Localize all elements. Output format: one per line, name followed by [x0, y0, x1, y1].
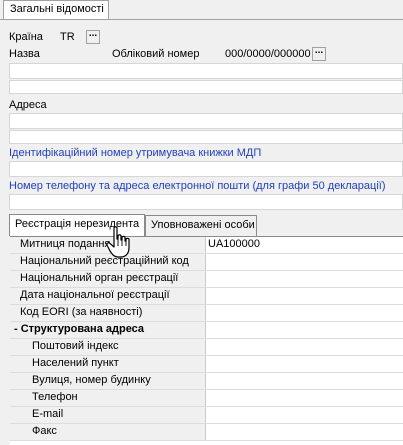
- country-ellipsis-button[interactable]: ...: [86, 28, 100, 44]
- tir-id-label: Ідентифікаційний номер утримувача книжки…: [9, 147, 262, 159]
- grid-row-label: Національний орган реєстрації: [10, 271, 206, 287]
- grid-row[interactable]: Митниця подання UA100000: [10, 237, 403, 254]
- grid-row[interactable]: Код EORI (за наявності): [10, 305, 403, 322]
- grid-row-value[interactable]: [206, 373, 403, 389]
- ellipsis-icon: ...: [88, 28, 98, 39]
- address-field-2[interactable]: [9, 130, 403, 144]
- grid-row[interactable]: Факс: [10, 424, 403, 441]
- grid-row-value[interactable]: [206, 305, 403, 321]
- name-field-1[interactable]: [9, 63, 403, 79]
- grid-row-value[interactable]: [206, 407, 403, 423]
- grid-row-label: Код EORI (за наявності): [10, 305, 206, 321]
- grid-row[interactable]: Національний реєстраційний код: [10, 254, 403, 271]
- country-value[interactable]: TR: [60, 31, 75, 43]
- phone-email-label: Номер телефону та адреса електронної пош…: [9, 180, 386, 192]
- account-ellipsis-button[interactable]: ...: [312, 45, 326, 61]
- grid-row-label: Дата національної реєстрації: [10, 288, 206, 304]
- account-label: Обліковий номер: [112, 48, 200, 60]
- grid-row-label: Населений пункт: [10, 356, 206, 372]
- grid-row[interactable]: E-mail: [10, 407, 403, 424]
- account-value[interactable]: 000/0000/000000: [225, 48, 311, 60]
- grid-row-label: Телефон: [10, 390, 206, 406]
- grid-row[interactable]: Національний орган реєстрації: [10, 271, 403, 288]
- grid-row-value[interactable]: [206, 339, 403, 355]
- grid-row-label: Факс: [10, 424, 206, 440]
- grid-row-value[interactable]: [206, 288, 403, 304]
- grid-group-label[interactable]: - Структурована адреса: [10, 322, 206, 338]
- grid-group-row[interactable]: - Структурована адреса: [10, 322, 403, 339]
- grid-row-value[interactable]: [206, 390, 403, 406]
- grid-row[interactable]: Поштовий індекс: [10, 339, 403, 356]
- grid-row-value[interactable]: [206, 271, 403, 287]
- grid-row-value[interactable]: [206, 424, 403, 440]
- tab-general-info[interactable]: Загальні відомості: [3, 0, 109, 19]
- phone-email-field[interactable]: [9, 194, 403, 210]
- address-label: Адреса: [9, 99, 47, 111]
- grid-row[interactable]: Вулиця, номер будинку: [10, 373, 403, 390]
- property-grid: Митниця подання UA100000 Національний ре…: [10, 236, 403, 445]
- tir-id-field[interactable]: [9, 161, 403, 177]
- grid-row-value: [206, 322, 403, 338]
- name-label: Назва: [9, 48, 40, 60]
- grid-row-value[interactable]: UA100000: [206, 237, 403, 253]
- tab-authorized-persons[interactable]: Уповноважені особи: [145, 215, 257, 236]
- grid-row-label: E-mail: [10, 407, 206, 423]
- ellipsis-icon: ...: [314, 45, 324, 56]
- grid-row-label: Поштовий індекс: [10, 339, 206, 355]
- hand-cursor-icon: [106, 226, 134, 260]
- grid-row-value[interactable]: [206, 254, 403, 270]
- grid-row[interactable]: Населений пункт: [10, 356, 403, 373]
- address-field-1[interactable]: [9, 113, 403, 129]
- name-field-2[interactable]: [9, 80, 403, 94]
- tab-divider: [0, 19, 403, 20]
- grid-row[interactable]: Телефон: [10, 390, 403, 407]
- country-label: Країна: [9, 31, 43, 43]
- grid-row-value[interactable]: [206, 356, 403, 372]
- grid-row-label: Вулиця, номер будинку: [10, 373, 206, 389]
- grid-row[interactable]: Дата національної реєстрації: [10, 288, 403, 305]
